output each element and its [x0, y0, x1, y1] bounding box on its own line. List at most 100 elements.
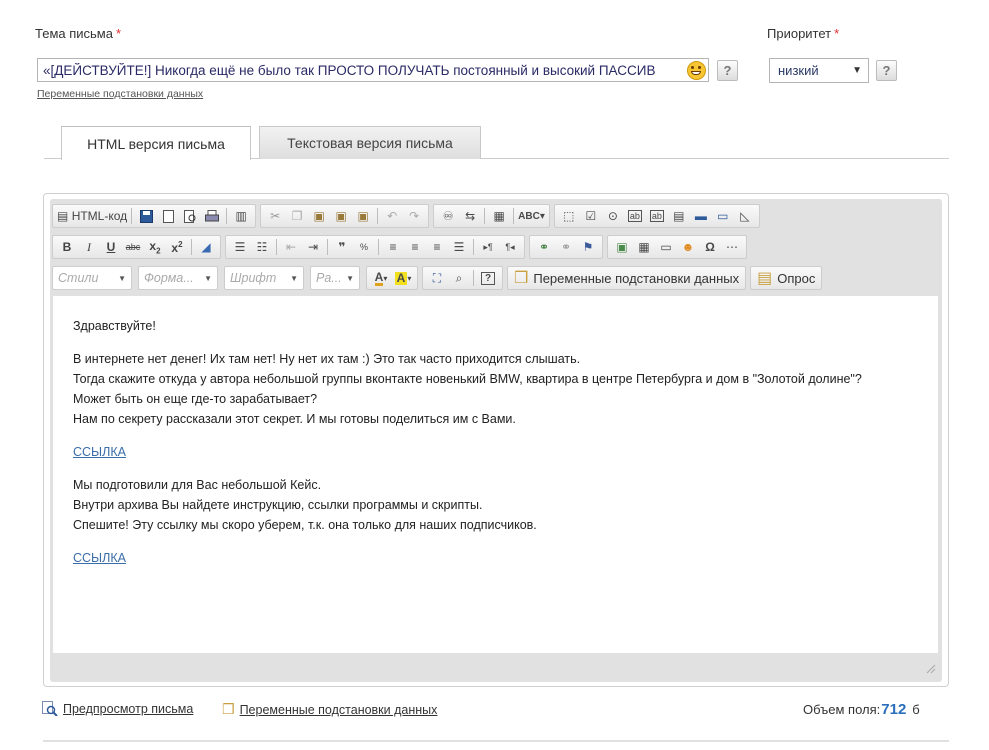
preview-link[interactable]: Предпросмотр письма: [42, 701, 193, 716]
poll-icon: ▤: [757, 270, 773, 287]
page-break-button[interactable]: ⋯: [722, 237, 742, 257]
remove-format-button[interactable]: ◢: [196, 237, 216, 257]
redo-button[interactable]: ↷: [404, 206, 424, 226]
toolbar-separator: [191, 239, 192, 255]
poll-button[interactable]: ▤ Опрос: [750, 266, 823, 290]
bottom-divider: [43, 740, 949, 742]
editor-content[interactable]: Здравствуйте! В интернете нет денег! Их …: [53, 296, 938, 653]
priority-help-button[interactable]: ?: [876, 60, 897, 81]
select-all-button[interactable]: ▦: [489, 206, 509, 226]
table-button[interactable]: ▦: [634, 237, 654, 257]
bold-button[interactable]: B: [57, 237, 77, 257]
align-left-button[interactable]: ≡: [383, 237, 403, 257]
link-button[interactable]: ⚭: [534, 237, 554, 257]
body-line: Спешите! Эту ссылку мы скоро уберем, т.к…: [73, 518, 537, 532]
textarea-button[interactable]: ab: [647, 206, 667, 226]
html-code-button[interactable]: ▤ HTML-код: [57, 206, 127, 226]
align-right-button[interactable]: ≡: [427, 237, 447, 257]
strike-button[interactable]: abc: [123, 237, 143, 257]
unlink-button[interactable]: ⚭: [556, 237, 576, 257]
maximize-button[interactable]: ⛶: [427, 268, 447, 288]
priority-select[interactable]: низкий ▼: [769, 58, 869, 83]
numbered-list-button[interactable]: ☰: [230, 237, 250, 257]
select-field-button[interactable]: ▤: [669, 206, 689, 226]
maximize-icon: ⛶: [432, 270, 442, 285]
bulleted-list-button[interactable]: ☷: [252, 237, 272, 257]
cut-button[interactable]: ✂: [265, 206, 285, 226]
anchor-button[interactable]: ⚑: [578, 237, 598, 257]
align-center-button[interactable]: ≡: [405, 237, 425, 257]
poll-label: Опрос: [777, 270, 816, 286]
spellcheck-button[interactable]: ABC▾: [518, 206, 545, 226]
resize-handle-icon[interactable]: [926, 664, 936, 674]
show-blocks-button[interactable]: ⌕: [449, 268, 469, 288]
radio-button[interactable]: ⊙: [603, 206, 623, 226]
toolbar-group-tools: ⛶ ⌕ ?: [422, 266, 503, 290]
toolbar-group-clipboard: ✂ ❐ ▣ ▣ ▣ ↶ ↷: [260, 204, 430, 228]
undo-button[interactable]: ↶: [382, 206, 402, 226]
font-select[interactable]: Шрифт ▼: [224, 266, 304, 290]
underline-button[interactable]: U: [101, 237, 121, 257]
new-page-button[interactable]: [158, 206, 178, 226]
copy-button[interactable]: ❐: [287, 206, 307, 226]
format-select[interactable]: Форма... ▼: [138, 266, 218, 290]
subject-input-value: «[ДЕЙСТВУЙТЕ!] Никогда ещё не было так П…: [43, 62, 656, 78]
italic-button[interactable]: I: [79, 237, 99, 257]
size-select[interactable]: Ра... ▼: [310, 266, 360, 290]
image-button[interactable]: ▣: [612, 237, 632, 257]
smiley-button[interactable]: ☻: [678, 237, 698, 257]
superscript-button[interactable]: x2: [167, 237, 187, 257]
body-link-1[interactable]: ССЫЛКА: [73, 445, 126, 459]
subject-input[interactable]: «[ДЕЙСТВУЙТЕ!] Никогда ещё не было так П…: [37, 58, 709, 82]
image-button-field-button[interactable]: ▭: [713, 206, 733, 226]
toolbar-group-paragraph: ☰ ☷ ⇤ ⇥ ❞ % ≡ ≡ ≡ ☰ ▸¶ ¶◂: [225, 235, 525, 259]
bg-color-button[interactable]: A ▾: [393, 268, 413, 288]
blockquote-button[interactable]: ❞: [332, 237, 352, 257]
outdent-button[interactable]: ⇤: [281, 237, 301, 257]
ltr-icon: ▸¶: [483, 241, 493, 252]
styles-select[interactable]: Стили ▼: [52, 266, 132, 290]
paste-word-button[interactable]: ▣: [353, 206, 373, 226]
hidden-field-button[interactable]: ◺: [735, 206, 755, 226]
greeting-text: Здравствуйте!: [73, 319, 156, 333]
justify-button[interactable]: ☰: [449, 237, 469, 257]
replace-button[interactable]: ⇆: [460, 206, 480, 226]
editor-vars-button[interactable]: ❒ Переменные подстановки данных: [507, 266, 747, 290]
text-color-button[interactable]: A ▾: [371, 268, 391, 288]
footer-vars-link[interactable]: ❒ Переменные подстановки данных: [222, 701, 437, 718]
show-blocks-icon: ⌕: [455, 270, 463, 285]
toolbar-row-1: ▤ HTML-код ▥ ✂ ❐ ▣ ▣ ▣ ↶ ↷ ♾ ⇆ ▦ ABC▾ ⬚ …: [52, 204, 764, 228]
textfield-button[interactable]: ab: [625, 206, 645, 226]
div-button[interactable]: %: [354, 237, 374, 257]
preview-button[interactable]: [180, 206, 200, 226]
indent-button[interactable]: ⇥: [303, 237, 323, 257]
form-button[interactable]: ⬚: [559, 206, 579, 226]
paste-text-button[interactable]: ▣: [331, 206, 351, 226]
smiley-icon[interactable]: [687, 60, 706, 80]
print-button[interactable]: [202, 206, 222, 226]
paste-button[interactable]: ▣: [309, 206, 329, 226]
subject-vars-link[interactable]: Переменные подстановки данных: [37, 88, 203, 100]
required-mark: *: [115, 26, 122, 41]
special-char-button[interactable]: Ω: [700, 237, 720, 257]
find-button[interactable]: ♾: [438, 206, 458, 226]
rtl-button[interactable]: ¶◂: [500, 237, 520, 257]
ltr-button[interactable]: ▸¶: [478, 237, 498, 257]
templates-button[interactable]: ▥: [231, 206, 251, 226]
field-size-label: Объем поля:: [803, 702, 881, 717]
tab-html-version[interactable]: HTML версия письма: [61, 126, 251, 160]
checkbox-button[interactable]: ☑: [581, 206, 601, 226]
subscript-button[interactable]: x2: [145, 237, 165, 257]
tab-text-version[interactable]: Текстовая версия письма: [259, 126, 481, 159]
toolbar-separator: [377, 208, 379, 224]
about-button[interactable]: ?: [478, 268, 498, 288]
textarea-icon: ab: [649, 210, 664, 222]
hr-button[interactable]: ▭: [656, 237, 676, 257]
save-button[interactable]: [136, 206, 156, 226]
button-field-button[interactable]: ▬: [691, 206, 711, 226]
subscript-icon: x2: [149, 238, 161, 256]
body-link-2[interactable]: ССЫЛКА: [73, 551, 126, 565]
toolbar-group-forms: ⬚ ☑ ⊙ ab ab ▤ ▬ ▭ ◺: [553, 204, 760, 228]
link-icon: ⚭: [538, 240, 550, 254]
subject-help-button[interactable]: ?: [717, 60, 738, 81]
